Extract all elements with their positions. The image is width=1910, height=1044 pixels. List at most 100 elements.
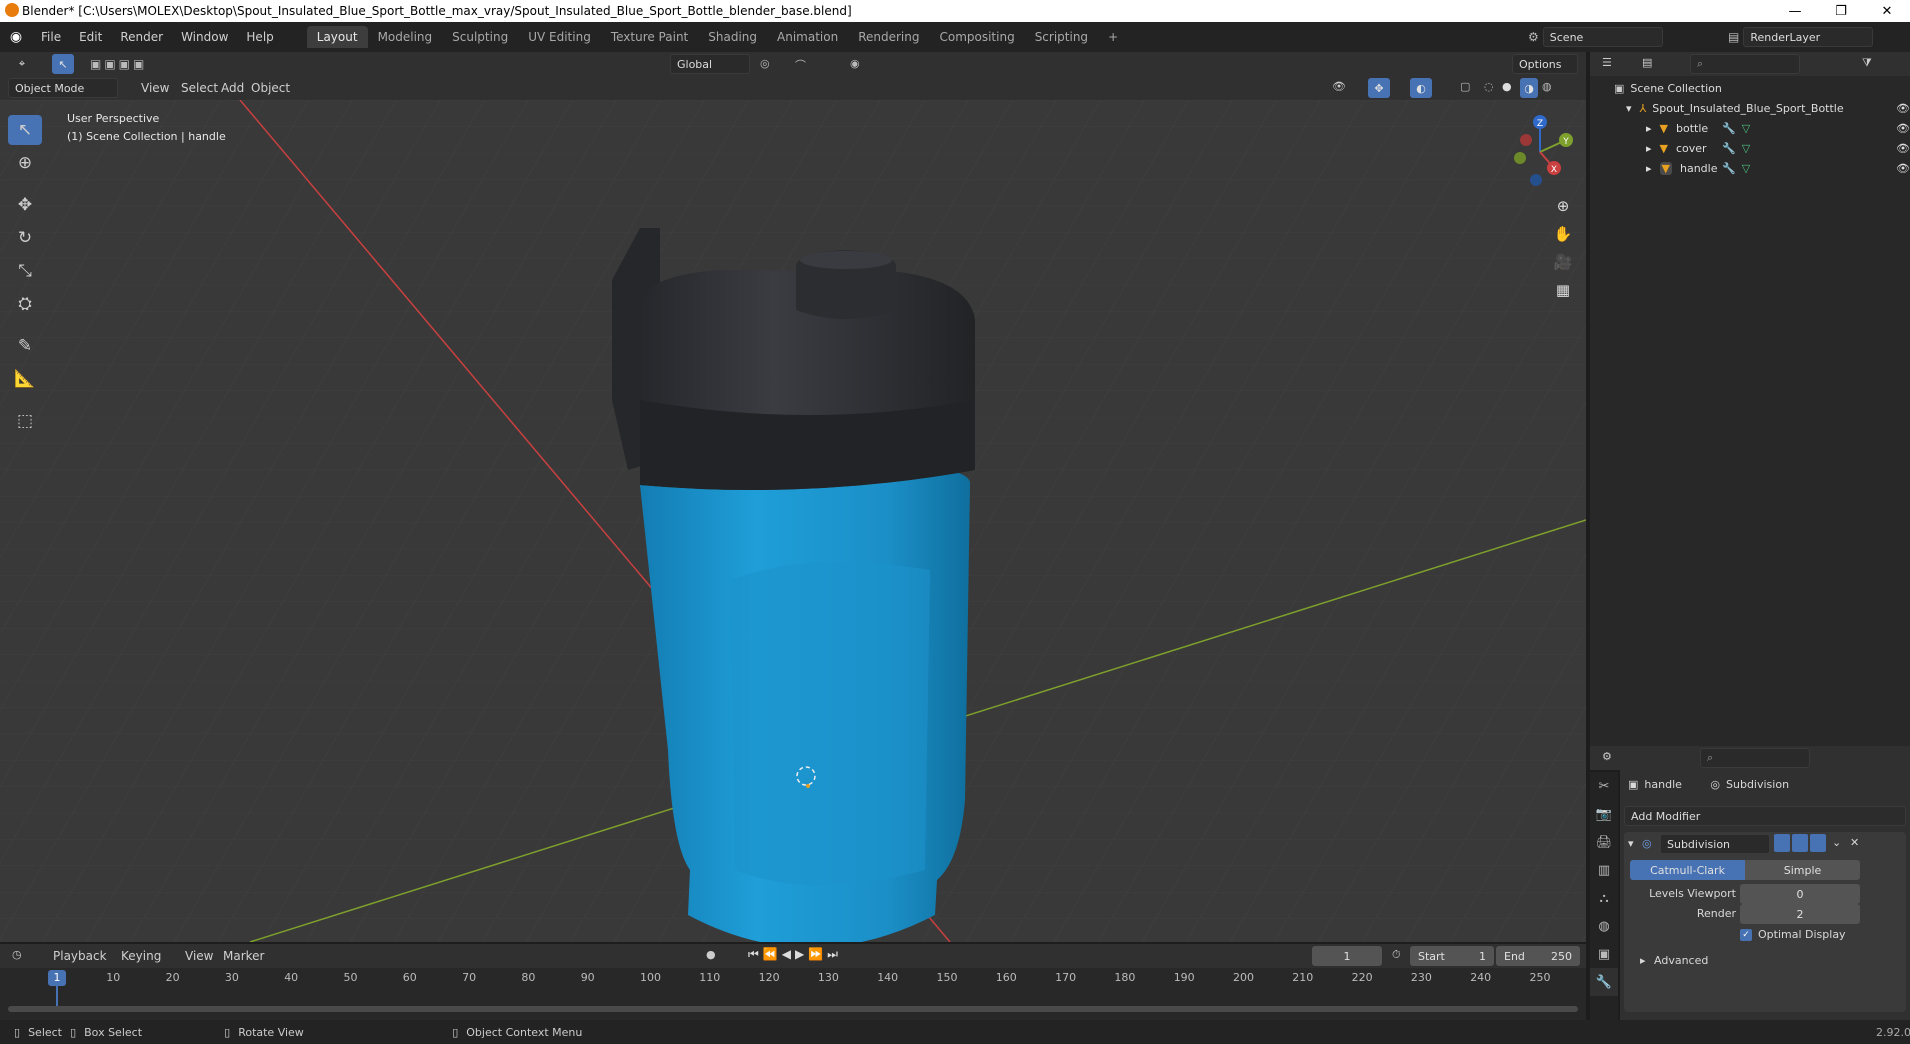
scene-selector[interactable]: Scene	[1542, 27, 1663, 47]
editmode-toggle-icon[interactable]	[1774, 834, 1790, 852]
menu-file[interactable]: File	[32, 30, 70, 44]
simple-button[interactable]: Simple	[1745, 860, 1860, 880]
properties-search-input[interactable]: ⌕	[1700, 748, 1810, 768]
3d-viewport[interactable]: User Perspective (1) Scene Collection | …	[0, 100, 1586, 942]
world-tab-icon[interactable]: ◍	[1590, 912, 1618, 940]
levels-viewport-field[interactable]: 0	[1740, 884, 1860, 904]
render-tab-icon[interactable]: 📷	[1590, 800, 1618, 828]
outliner-scene-collection[interactable]: ▣ Scene Collection	[1614, 78, 1722, 98]
menu-edit[interactable]: Edit	[70, 30, 111, 44]
shading-rendered-icon[interactable]: ◍	[1542, 80, 1552, 93]
timeline-menu-marker[interactable]: Marker	[214, 949, 273, 963]
shading-material-icon[interactable]: ◑	[1520, 78, 1538, 98]
view-layer-tab-icon[interactable]: ▥	[1590, 856, 1618, 884]
timeline-area[interactable]: 10 20 30 40 50 60 70 80 90 100 110 120 130 140 150 160 1…	[0, 968, 1586, 1020]
start-frame-field[interactable]: Start 1	[1410, 946, 1494, 966]
advanced-section[interactable]: Advanced	[1654, 954, 1708, 967]
filter-icon[interactable]: ⧩	[1862, 56, 1872, 70]
render-layer-selector[interactable]: RenderLayer	[1743, 27, 1874, 47]
camera-icon[interactable]: 🎥	[1548, 248, 1578, 276]
outliner-row-bottle[interactable]: ▸ ▼ bottle 🔧 ▽ 👁	[1646, 118, 1910, 138]
autokey-record-icon[interactable]: ●	[706, 948, 716, 961]
expand-arrow-icon[interactable]: ▸	[1646, 122, 1652, 135]
overlay-toggle-icon[interactable]: ◐	[1410, 78, 1432, 98]
object-tab-icon[interactable]: ▣	[1590, 940, 1618, 968]
shading-solid-icon[interactable]: ●	[1502, 80, 1512, 93]
add-modifier-dropdown[interactable]: Add Modifier	[1624, 806, 1906, 826]
outliner-row-handle[interactable]: ▸ ▼ handle 🔧 ▽ 👁	[1646, 158, 1910, 178]
proportional-editing-icon[interactable]: ◉	[850, 57, 860, 70]
workspace-tab-sculpting[interactable]: Sculpting	[442, 26, 518, 48]
modifier-name-field[interactable]: Subdivision	[1660, 834, 1770, 854]
output-tab-icon[interactable]: 🖨	[1590, 828, 1618, 856]
collapse-arrow-icon[interactable]: ▾	[1628, 837, 1634, 850]
eye-icon[interactable]: 👁	[1896, 142, 1910, 155]
workspace-tab-rendering[interactable]: Rendering	[848, 26, 929, 48]
workspace-tab-layout[interactable]: Layout	[306, 26, 368, 48]
measure-icon[interactable]: 📐	[8, 364, 42, 394]
grid-icon[interactable]: ▦	[1548, 276, 1578, 304]
timeline-menu-keying[interactable]: Keying	[112, 949, 170, 963]
workspace-tab-modeling[interactable]: Modeling	[368, 26, 443, 48]
expand-arrow-icon[interactable]: ▸	[1646, 162, 1652, 175]
outliner-editor-icon[interactable]: ☰	[1602, 56, 1612, 69]
playhead-marker[interactable]: 1	[48, 970, 66, 986]
scene-tab-icon[interactable]: ⛬	[1590, 884, 1618, 912]
workspace-tab-shading[interactable]: Shading	[698, 26, 767, 48]
end-frame-field[interactable]: End 250	[1496, 946, 1580, 966]
annotate-icon[interactable]: ✎	[8, 331, 42, 361]
blender-menu-icon[interactable]: ◉	[0, 27, 32, 47]
wrench-icon[interactable]: 🔧	[1722, 142, 1736, 155]
workspace-tab-uv-editing[interactable]: UV Editing	[518, 26, 601, 48]
maximize-button[interactable]: ❐	[1818, 0, 1864, 22]
selection-mode-icons[interactable]: ▣▣▣▣	[90, 57, 147, 71]
minimize-button[interactable]: —	[1772, 0, 1818, 22]
current-frame-field[interactable]: 1	[1312, 946, 1382, 966]
zoom-icon[interactable]: ⊕	[1548, 192, 1578, 220]
pivot-icon[interactable]: ◎	[760, 57, 770, 70]
timeline-scrollbar[interactable]	[8, 1006, 1578, 1012]
select-tool-button[interactable]: ↖	[52, 54, 74, 74]
advanced-expand-icon[interactable]: ▸	[1640, 954, 1646, 967]
eye-icon[interactable]: 👁	[1896, 102, 1910, 115]
modifier-menu-icon[interactable]: ⌄	[1832, 836, 1841, 849]
outliner-row-collection[interactable]: ▾ ⅄ Spout_Insulated_Blue_Sport_Bottle 👁	[1626, 98, 1910, 118]
move-icon[interactable]: ✥	[8, 190, 42, 220]
timeline-editor-icon[interactable]: ◷	[12, 948, 22, 961]
workspace-tab-scripting[interactable]: Scripting	[1025, 26, 1098, 48]
expand-arrow-icon[interactable]: ▾	[1626, 102, 1632, 115]
menu-render[interactable]: Render	[111, 30, 172, 44]
visibility-icon[interactable]: 👁	[1332, 80, 1346, 93]
rotate-icon[interactable]: ↻	[8, 223, 42, 253]
cursor-tool[interactable]: ⊕	[8, 148, 42, 178]
expand-arrow-icon[interactable]: ▸	[1646, 142, 1652, 155]
workspace-tab-compositing[interactable]: Compositing	[929, 26, 1024, 48]
hand-icon[interactable]: ✋	[1548, 220, 1578, 248]
options-dropdown[interactable]: Options	[1512, 54, 1578, 74]
workspace-tab-animation[interactable]: Animation	[767, 26, 848, 48]
scale-icon[interactable]: ⤡	[8, 256, 42, 286]
modifier-tab-icon[interactable]: 🔧	[1590, 968, 1618, 996]
close-window-button[interactable]: ✕	[1864, 0, 1910, 22]
viewport-menu-object[interactable]: Object	[242, 81, 299, 95]
display-mode-icon[interactable]: ▤	[1642, 56, 1652, 69]
transform-icon[interactable]: ⛭	[8, 289, 42, 319]
menu-help[interactable]: Help	[237, 30, 282, 44]
xray-icon[interactable]: ▢	[1460, 80, 1470, 93]
menu-window[interactable]: Window	[172, 30, 237, 44]
tool-tab-icon[interactable]: ✂	[1590, 772, 1618, 800]
gizmo-toggle-icon[interactable]: ✥	[1368, 78, 1390, 98]
render-toggle-icon[interactable]	[1810, 834, 1826, 852]
properties-editor-icon[interactable]: ⚙	[1602, 750, 1612, 763]
outliner-search-input[interactable]: ⌕	[1690, 54, 1800, 74]
playback-controls[interactable]: ⏮⏪◀▶⏩⏭	[748, 947, 842, 962]
wrench-icon[interactable]: 🔧	[1722, 122, 1736, 135]
viewport-toggle-icon[interactable]	[1792, 834, 1808, 852]
wrench-icon[interactable]: 🔧	[1722, 162, 1736, 175]
timeline-menu-playback[interactable]: Playback	[44, 949, 116, 963]
transform-orientation-dropdown[interactable]: Global	[670, 54, 750, 74]
add-workspace-button[interactable]: +	[1098, 26, 1128, 48]
add-cube-icon[interactable]: ⬚	[8, 406, 42, 436]
frame-ruler[interactable]: 10 20 30 40 50 60 70 80 90 100 110 120 130 140 150 160 1…	[0, 968, 1586, 988]
eye-icon[interactable]: 👁	[1896, 122, 1910, 135]
